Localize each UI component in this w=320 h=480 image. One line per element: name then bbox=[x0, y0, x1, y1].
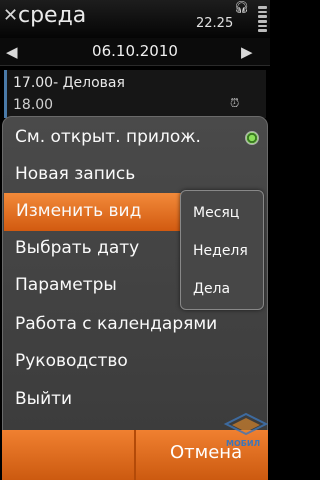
date-navigator: ◀ 06.10.2010 ▶ bbox=[0, 38, 270, 66]
status-bar: ✕ среда 22.25 🎧︎ bbox=[0, 0, 270, 38]
view-submenu: Месяц Неделя Дела bbox=[180, 190, 264, 310]
event-end-time: 18.00 bbox=[13, 97, 54, 113]
submenu-item-month[interactable]: Месяц bbox=[181, 195, 265, 231]
headset-icon: 🎧︎ bbox=[234, 0, 250, 14]
watermark-text: МОБИЛ bbox=[226, 439, 261, 448]
menu-item-label: Выбрать дату bbox=[15, 238, 140, 258]
current-date: 06.10.2010 bbox=[92, 42, 178, 60]
menu-item-label: Параметры bbox=[15, 275, 117, 295]
calendar-event[interactable]: 17.00- Деловая 18.00 ⏰︎ bbox=[4, 70, 266, 118]
menu-item-change-view[interactable]: Изменить вид bbox=[4, 193, 184, 231]
submenu-item-week[interactable]: Неделя bbox=[181, 233, 265, 269]
alarm-icon: ⏰︎ bbox=[230, 96, 240, 110]
submenu-item-label: Неделя bbox=[193, 243, 248, 259]
clock: 22.25 bbox=[196, 16, 234, 31]
softkey-divider bbox=[134, 430, 136, 480]
menu-item-open-apps[interactable]: См. открыт. прилож. bbox=[3, 119, 269, 157]
menu-item-help[interactable]: Руководство bbox=[3, 343, 269, 381]
submenu-item-label: Месяц bbox=[193, 205, 240, 221]
menu-item-label: См. открыт. прилож. bbox=[15, 127, 201, 147]
menu-item-label: Руководство bbox=[15, 351, 128, 371]
event-time-title: 17.00- Деловая bbox=[13, 75, 125, 91]
menu-item-label: Изменить вид bbox=[16, 201, 142, 221]
menu-item-calendars[interactable]: Работа с календарями bbox=[3, 306, 269, 344]
next-day-icon[interactable]: ▶ bbox=[241, 43, 253, 61]
app-title: среда bbox=[18, 3, 87, 28]
active-indicator-icon bbox=[245, 131, 259, 145]
menu-item-new-entry[interactable]: Новая запись bbox=[3, 156, 269, 194]
menu-item-label: Выйти bbox=[15, 389, 73, 409]
submenu-item-label: Дела bbox=[193, 281, 231, 297]
close-icon[interactable]: ✕ bbox=[3, 5, 18, 26]
menu-item-label: Работа с календарями bbox=[15, 314, 218, 334]
battery-icon bbox=[258, 6, 267, 33]
menu-item-label: Новая запись bbox=[15, 164, 136, 184]
submenu-item-todo[interactable]: Дела bbox=[181, 271, 265, 307]
